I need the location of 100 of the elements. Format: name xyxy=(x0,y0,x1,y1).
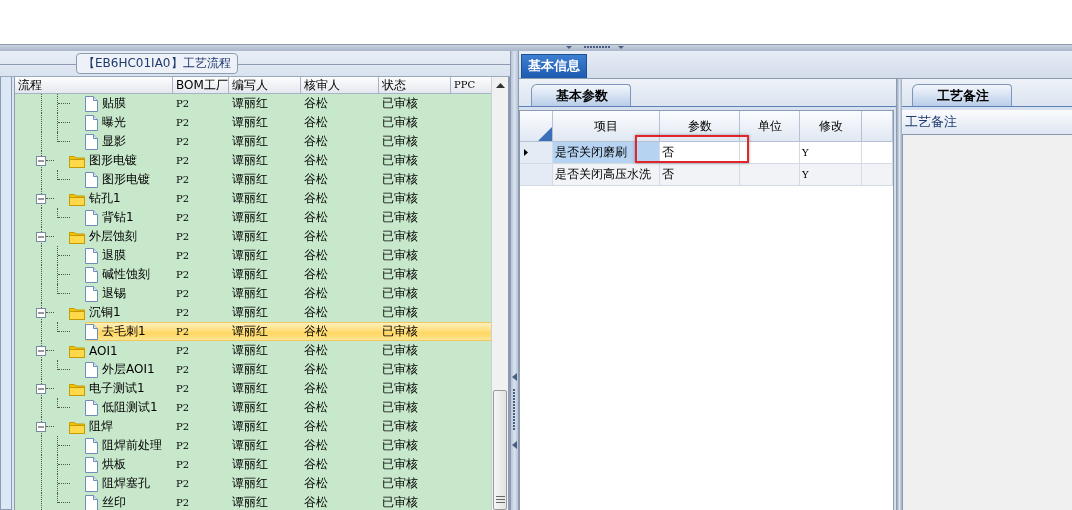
tree-node-label: 图形电镀 xyxy=(88,152,137,169)
table-cell[interactable]: 否 xyxy=(660,142,740,164)
splitter-grip-icon[interactable] xyxy=(513,389,516,433)
table-cell-text: P2 xyxy=(174,269,191,280)
table-cell[interactable]: 否 xyxy=(660,164,740,186)
tab[interactable]: 基本信息 xyxy=(521,54,587,78)
column-header[interactable]: 流程 xyxy=(14,77,173,93)
table-cell-text: 已审核 xyxy=(380,285,419,302)
table-cell-text: 谷松 xyxy=(302,266,329,283)
table-cell-text: 谭丽红 xyxy=(230,266,269,283)
tree-node-label: 退锡 xyxy=(101,285,126,302)
tree-node-label: 外层AOI1 xyxy=(101,361,155,378)
tree-row[interactable]: 显影 P2 谭丽红 谷松 已审核 xyxy=(84,132,492,151)
row-header[interactable] xyxy=(520,142,553,164)
tree-row[interactable]: 钻孔1 P2 谭丽红 谷松 已审核 xyxy=(68,189,492,208)
column-header[interactable]: BOM工厂 xyxy=(172,77,229,93)
table-cell-text: 已审核 xyxy=(380,304,419,321)
table-cell-text: 已审核 xyxy=(380,399,419,416)
table-cell-text: 谷松 xyxy=(302,418,329,435)
column-header[interactable]: 单位 xyxy=(740,111,800,142)
tree-row[interactable]: 阻焊塞孔 P2 谭丽红 谷松 已审核 xyxy=(84,474,492,493)
table-cell-text: P2 xyxy=(174,402,191,413)
column-header[interactable]: 状态 xyxy=(378,77,451,93)
tree-row[interactable]: 退膜 P2 谭丽红 谷松 已审核 xyxy=(84,246,492,265)
tree-row[interactable]: 曝光 P2 谭丽红 谷松 已审核 xyxy=(84,113,492,132)
collapse-toggle-icon[interactable] xyxy=(35,422,46,432)
collapse-toggle-icon[interactable] xyxy=(35,232,46,242)
tree-row[interactable]: AOI1 P2 谭丽红 谷松 已审核 xyxy=(68,341,492,360)
scrollbar[interactable] xyxy=(491,77,508,510)
table-cell-text: 谭丽红 xyxy=(230,361,269,378)
table-cell-text: 谭丽红 xyxy=(230,285,269,302)
tree-row[interactable]: 阻焊 P2 谭丽红 谷松 已审核 xyxy=(68,417,492,436)
table-cell-text: 已审核 xyxy=(380,190,419,207)
table-cell-text: 已审核 xyxy=(380,418,419,435)
tree-row[interactable]: 图形电镀 P2 谭丽红 谷松 已审核 xyxy=(84,170,492,189)
document-icon xyxy=(84,171,98,188)
table-cell-text: 谷松 xyxy=(302,171,329,188)
column-header[interactable]: 编写人 xyxy=(228,77,301,93)
column-header[interactable]: 核审人 xyxy=(300,77,379,93)
table-cell-text: P2 xyxy=(174,288,191,299)
scrollbar-thumb[interactable] xyxy=(493,390,507,510)
tree-row[interactable]: 贴膜 P2 谭丽红 谷松 已审核 xyxy=(84,94,492,113)
table-cell-text: 已审核 xyxy=(380,494,419,510)
table-cell-text: P2 xyxy=(174,136,191,147)
tree-row[interactable]: 烘板 P2 谭丽红 谷松 已审核 xyxy=(84,455,492,474)
tree-row[interactable]: 外层AOI1 P2 谭丽红 谷松 已审核 xyxy=(84,360,492,379)
panel-title: 【EB6HC01IA0】工艺流程 xyxy=(76,53,238,74)
collapse-toggle-icon[interactable] xyxy=(35,384,46,394)
table-cell-text: 谭丽红 xyxy=(230,190,269,207)
tree-node-label: 阻焊 xyxy=(88,418,113,435)
document-icon xyxy=(84,95,98,112)
folder-icon xyxy=(68,419,85,434)
tree-row[interactable]: 丝印 P2 谭丽红 谷松 已审核 xyxy=(84,493,492,510)
tree-row[interactable]: 碱性蚀刻 P2 谭丽红 谷松 已审核 xyxy=(84,265,492,284)
table-cell-text: 谷松 xyxy=(302,399,329,416)
tree-node-label: 图形电镀 xyxy=(101,171,150,188)
table-cell: 是否关闭磨刷 xyxy=(553,142,660,164)
tree-row[interactable]: 背钻1 P2 谭丽红 谷松 已审核 xyxy=(84,208,492,227)
tree-row[interactable]: 外层蚀刻 P2 谭丽红 谷松 已审核 xyxy=(68,227,492,246)
table-cell-text: 谷松 xyxy=(302,209,329,226)
tree-node-label: 阻焊塞孔 xyxy=(101,475,150,492)
table-cell: 是否关闭高压水洗 xyxy=(553,164,660,186)
tree-row[interactable]: 电子测试1 P2 谭丽红 谷松 已审核 xyxy=(68,379,492,398)
collapse-toggle-icon[interactable] xyxy=(35,308,46,318)
document-icon xyxy=(84,266,98,283)
table-cell-text: 谭丽红 xyxy=(230,342,269,359)
tree-row[interactable]: 沉铜1 P2 谭丽红 谷松 已审核 xyxy=(68,303,492,322)
tab[interactable]: 基本参数 xyxy=(531,84,631,106)
collapse-toggle-icon[interactable] xyxy=(35,194,46,204)
table-cell-text: 已审核 xyxy=(380,361,419,378)
table-cell-text: P2 xyxy=(174,497,191,508)
tree-node-label: AOI1 xyxy=(88,343,118,358)
table-cell-text: 谷松 xyxy=(302,152,329,169)
tree-row[interactable]: 退锡 P2 谭丽红 谷松 已审核 xyxy=(84,284,492,303)
tree-node-label: 外层蚀刻 xyxy=(88,228,137,245)
collapse-toggle-icon[interactable] xyxy=(35,156,46,166)
splitter-grip-icon[interactable] xyxy=(566,45,626,51)
tree-row[interactable]: 低阻测试1 P2 谭丽红 谷松 已审核 xyxy=(84,398,492,417)
collapse-arrow-icon[interactable] xyxy=(512,373,517,381)
tree-node-label: 低阻测试1 xyxy=(101,399,158,416)
tree-row[interactable]: 去毛刺1 P2 谭丽红 谷松 已审核 xyxy=(84,322,492,341)
tab[interactable]: 工艺备注 xyxy=(912,84,1012,106)
tree-row[interactable]: 图形电镀 P2 谭丽红 谷松 已审核 xyxy=(68,151,492,170)
tree-node-label: 电子测试1 xyxy=(88,380,145,397)
table-cell-text: 已审核 xyxy=(380,133,419,150)
table-cell-text: 已审核 xyxy=(380,114,419,131)
column-header[interactable]: 修改 xyxy=(800,111,862,142)
table-cell-text: P2 xyxy=(174,212,191,223)
collapse-toggle-icon[interactable] xyxy=(35,346,46,356)
table-cell: Y xyxy=(800,164,862,186)
table-cell-text: 谷松 xyxy=(302,456,329,473)
collapse-arrow-icon[interactable] xyxy=(512,441,517,449)
table-cell-text: 谭丽红 xyxy=(230,171,269,188)
table-cell-text: 已审核 xyxy=(380,437,419,454)
document-icon xyxy=(84,361,98,378)
document-icon xyxy=(84,399,98,416)
table-cell-text: 谷松 xyxy=(302,342,329,359)
tree-node-label: 钻孔1 xyxy=(88,190,121,207)
select-all-corner-icon[interactable] xyxy=(538,127,552,141)
tree-row[interactable]: 阻焊前处理 P2 谭丽红 谷松 已审核 xyxy=(84,436,492,455)
